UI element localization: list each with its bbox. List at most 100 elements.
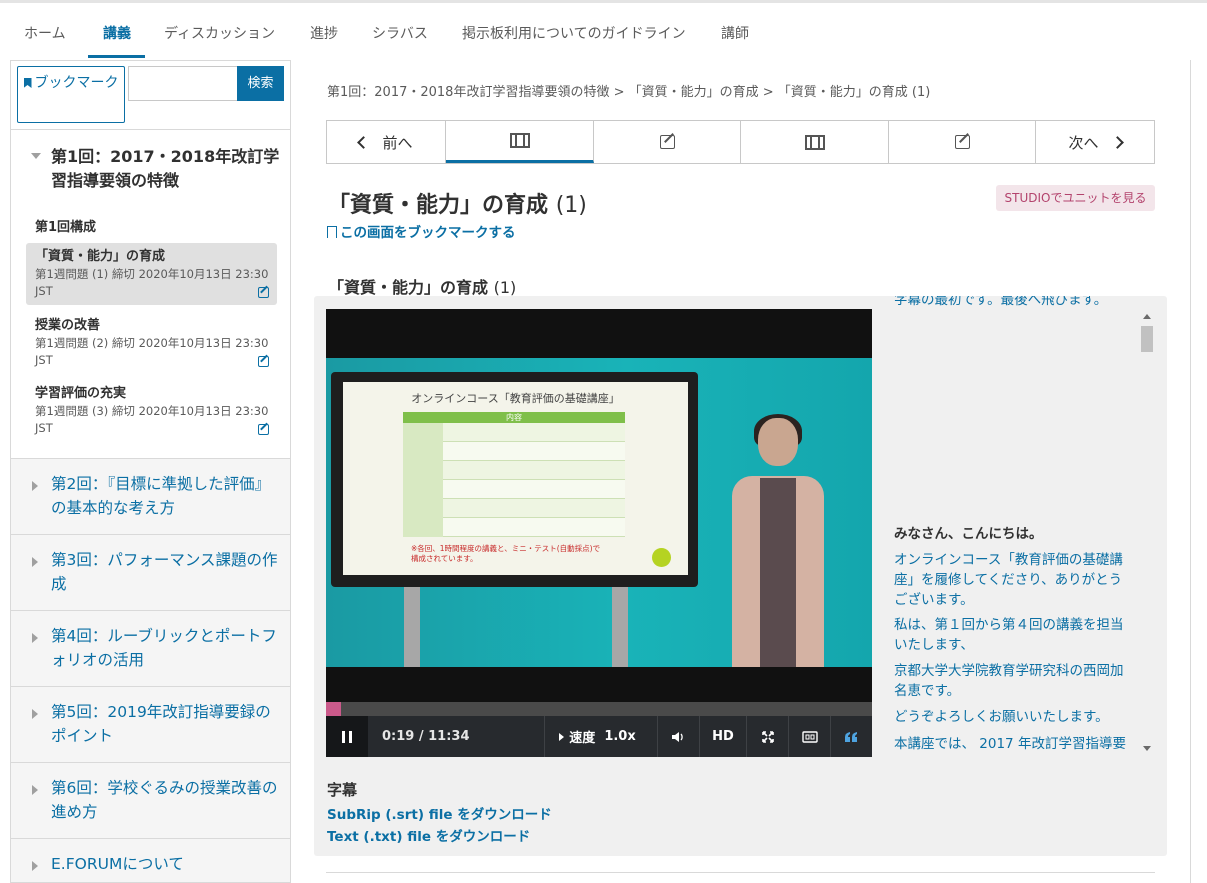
sidebar-week-4[interactable]: 第4回：ルーブリックとポートフォリオの活用 [11,610,290,686]
transcript-line[interactable]: 私は、第１回から第４回の講義を担当いたします、 [894,615,1134,655]
pause-icon [342,730,352,743]
video-player[interactable]: オンラインコース「教育評価の基礎講座」 内容 ※各回、1時間程度の講義と、ミニ・… [326,309,872,757]
sidebar-week-2[interactable]: 第2回：『目標に準拠した評価』の基本的な考え方 [11,458,290,534]
scrollbar-thumb[interactable] [1141,326,1153,352]
tab-instructors[interactable]: 講師 [721,23,749,43]
bookmarks-button[interactable]: ブックマーク [17,66,125,123]
video-progress-bar[interactable] [326,702,872,716]
main-content: 第1回：2017・2018年改訂学習指導要領の特徴 > 「資質・能力」の育成 >… [291,60,1191,883]
volume-icon [671,731,683,742]
sidebar-week-6[interactable]: 第6回：学校ぐるみの授業改善の進め方 [11,762,290,838]
play-icon [559,732,565,741]
sidebar-lesson-3[interactable]: 学習評価の充実 第1週問題 (3) 締切 2020年10月13日 23:30 J… [26,380,277,442]
divider [11,129,290,130]
chevron-right-icon [32,861,38,871]
cc-icon [801,730,818,743]
scroll-up-icon[interactable] [1143,314,1151,319]
pause-button[interactable] [326,716,368,757]
sequence-tab-video-1[interactable] [446,121,594,163]
sequence-tab-problem-1[interactable] [594,121,741,163]
fullscreen-icon [761,730,774,743]
transcript-skip-link[interactable]: 字幕の最初です。最後へ飛びます。 [894,296,1134,310]
video-heading: 「資質・能力」の育成 (1) [328,274,516,298]
sidebar-week-3[interactable]: 第3回：パフォーマンス課題の作成 [11,534,290,610]
chevron-down-icon [31,153,41,159]
search-input[interactable] [128,66,238,101]
video-monitor: オンラインコース「教育評価の基礎講座」 内容 ※各回、1時間程度の講義と、ミニ・… [331,372,698,587]
video-icon [804,134,825,150]
tab-home[interactable]: ホーム [24,23,66,43]
chevron-right-icon [32,633,38,643]
scroll-down-icon[interactable] [1143,746,1151,751]
transcript-line[interactable]: 本講座では、 2017 年改訂学習指導要 [894,734,1134,754]
search-button[interactable]: 検索 [237,66,284,101]
section-title: 第1回構成 [35,220,97,235]
lesson-title: 学習評価の充実 [35,386,127,401]
next-button[interactable]: 次へ [1036,121,1154,163]
slide-row [403,480,625,499]
sidebar-week-5[interactable]: 第5回：2019年改訂指導要録のポイント [11,686,290,762]
speed-label: 速度 [569,731,596,746]
chapter-title-week1[interactable]: 第1回：2017・2018年改訂学習指導要領の特徴 [51,145,283,193]
lesson-due: 第1週問題 (2) 締切 2020年10月13日 23:30 JST [35,336,269,367]
volume-button[interactable] [657,716,699,757]
transcript-line[interactable]: どうぞよろしくお願いいたします。 [894,707,1134,727]
week-title: 第4回：ルーブリックとポートフォリオの活用 [51,627,277,669]
unit-title-text: 「資質・能力」の育成 [328,193,549,218]
video-heading-text: 「資質・能力」の育成 [328,278,489,297]
slide-row [403,442,625,461]
tab-discussion[interactable]: ディスカッション [164,23,275,43]
slide-row [403,461,625,480]
sidebar-lesson-2[interactable]: 授業の改善 第1週問題 (2) 締切 2020年10月13日 23:30 JST [26,312,277,374]
sidebar-eforum[interactable]: E.FORUMについて [11,838,290,882]
transcript-line[interactable]: オンラインコース「教育評価の基礎講座」を履修してくださり、ありがとうございます。 [894,550,1134,610]
slide-note-line: ※各回、1時間程度の講義と、ミニ・テスト(自動採点)で [411,544,601,553]
tab-courseware[interactable]: 講義 [103,23,131,43]
chevron-right-icon [1110,135,1124,149]
transcript-scrollbar[interactable] [1140,310,1154,756]
video-heading-number: (1) [493,278,517,297]
closed-captions-button[interactable] [788,716,830,757]
monitor-stand [404,587,420,667]
bookmark-page-link[interactable]: この画面をブックマークする [327,221,516,241]
week-title: 第2回：『目標に準拠した評価』の基本的な考え方 [51,475,271,517]
week-title: 第5回：2019年改訂指導要録のポイント [51,703,271,745]
tab-syllabus[interactable]: シラバス [372,23,428,43]
video-icon [509,133,530,148]
fullscreen-button[interactable] [746,716,788,757]
previous-button[interactable]: 前へ [327,121,446,163]
edit-icon [954,135,970,149]
chevron-right-icon [32,557,38,567]
slide-table: 内容 [403,412,625,538]
chevron-right-icon [32,709,38,719]
download-txt-link[interactable]: Text (.txt) file をダウンロード [327,825,530,845]
bookmark-icon [327,226,337,238]
transcript-panel[interactable]: 字幕の最初です。最後へ飛びます。 みなさん、こんにちは。 オンラインコース「教育… [894,296,1154,756]
video-slide: オンラインコース「教育評価の基礎講座」 内容 ※各回、1時間程度の講義と、ミニ・… [343,382,688,575]
slide-row [403,518,625,537]
sequence-tab-video-2[interactable] [741,121,889,163]
download-srt-link[interactable]: SubRip (.srt) file をダウンロード [327,803,552,823]
chevron-right-icon [32,481,38,491]
bookmark-icon [23,78,32,88]
view-in-studio-button[interactable]: STUDIOでユニットを見る [996,185,1155,211]
transcript-toggle-button[interactable] [830,716,872,757]
video-panel: オンラインコース「教育評価の基礎講座」 内容 ※各回、1時間程度の講義と、ミニ・… [314,296,1167,856]
video-controls: 0:19 / 11:34 速度 1.0x HD [326,716,872,757]
chevron-right-icon [32,785,38,795]
transcript-line[interactable]: 京都大学大学院教育学研究科の西岡加名恵です。 [894,661,1134,701]
hd-button[interactable]: HD [699,716,746,757]
lesson-title: 授業の改善 [35,318,101,333]
tab-guidelines[interactable]: 掲示板利用についてのガイドライン [462,23,686,43]
bookmarks-button-label: ブックマーク [34,75,119,91]
transcript-line-current[interactable]: みなさん、こんにちは。 [894,524,1134,544]
speed-button[interactable]: 速度 1.0x [544,716,650,757]
speed-value: 1.0x [604,729,636,744]
slide-table-header: 内容 [403,412,625,423]
previous-label: 前へ [382,133,413,152]
unit-title: 「資質・能力」の育成 (1) [328,187,587,219]
sequence-tab-problem-2[interactable] [889,121,1036,163]
tab-progress[interactable]: 進捗 [310,23,338,43]
week-title: E.FORUMについて [51,855,184,873]
sidebar-lesson-1[interactable]: 「資質・能力」の育成 第1週問題 (1) 締切 2020年10月13日 23:3… [26,243,277,305]
